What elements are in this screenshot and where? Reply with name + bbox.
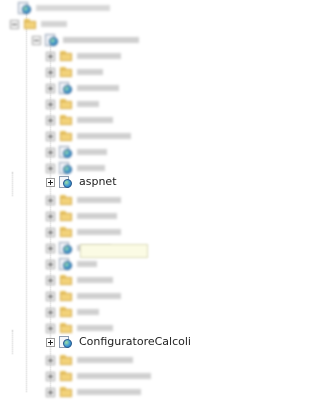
tree-node-label: [77, 149, 107, 155]
tree-node[interactable]: [46, 368, 151, 384]
expand-toggle[interactable]: [46, 291, 55, 301]
tree-node[interactable]: [32, 32, 139, 48]
tree-node-label: [77, 85, 119, 91]
web-app-icon: [59, 81, 73, 95]
tree-node[interactable]: [46, 224, 121, 240]
collapse-toggle[interactable]: [32, 35, 41, 45]
folder-icon: [59, 369, 73, 383]
tree-node-label: [36, 5, 110, 11]
folder-icon: [59, 65, 73, 79]
expand-toggle[interactable]: [46, 83, 55, 93]
tree-node[interactable]: [46, 304, 99, 320]
tree-node-label: [77, 325, 113, 331]
expand-toggle[interactable]: [46, 195, 55, 205]
tree-node[interactable]: [46, 144, 107, 160]
folder-icon: [59, 97, 73, 111]
web-app-icon: [59, 145, 73, 159]
tree-node[interactable]: [46, 208, 117, 224]
tree-node-label: [77, 373, 151, 379]
folder-icon: [59, 193, 73, 207]
web-app-icon: [59, 335, 73, 349]
folder-icon: [59, 353, 73, 367]
server-icon: [18, 1, 32, 15]
tree-guide-line: [26, 12, 28, 392]
expand-toggle[interactable]: [46, 387, 55, 397]
expand-toggle[interactable]: [46, 355, 55, 365]
web-app-icon: [59, 257, 73, 271]
web-app-icon: [59, 161, 73, 175]
tree-node[interactable]: [46, 256, 97, 272]
collapse-toggle[interactable]: [10, 19, 19, 29]
expand-toggle[interactable]: [46, 371, 55, 381]
expand-toggle[interactable]: [46, 307, 55, 317]
expand-toggle[interactable]: [46, 67, 55, 77]
expand-toggle[interactable]: [46, 227, 55, 237]
tree-node-label: [77, 357, 133, 363]
tree-guide-line: [12, 330, 14, 354]
folder-icon: [59, 385, 73, 399]
folder-icon: [59, 321, 73, 335]
expand-toggle[interactable]: [46, 99, 55, 109]
tree-node[interactable]: [46, 48, 121, 64]
folder-icon: [59, 305, 73, 319]
web-app-icon: [59, 175, 73, 189]
web-app-icon: [59, 241, 73, 255]
tree-node-configuratorecalcoli[interactable]: ConfiguratoreCalcoli: [46, 334, 193, 350]
expand-toggle[interactable]: [46, 115, 55, 125]
expand-toggle[interactable]: [46, 147, 55, 157]
tree-node[interactable]: [46, 384, 141, 400]
tree-node-label: [77, 197, 121, 203]
tree-node-label: [77, 261, 97, 267]
iis-tree-view[interactable]: aspnet ConfiguratoreCalcoli: [0, 0, 249, 397]
tree-node[interactable]: [46, 352, 133, 368]
tree-node[interactable]: [46, 96, 99, 112]
tree-node-label: [77, 277, 113, 283]
expand-toggle[interactable]: [46, 259, 55, 269]
expand-toggle[interactable]: [46, 131, 55, 141]
folder-icon: [59, 129, 73, 143]
tree-node-label: [77, 213, 117, 219]
tree-node[interactable]: [46, 272, 113, 288]
expand-toggle[interactable]: [46, 323, 55, 333]
folder-icon: [23, 17, 37, 31]
tree-node-label: [77, 117, 113, 123]
folder-icon: [59, 113, 73, 127]
folder-icon: [59, 273, 73, 287]
tree-node-label: [77, 229, 121, 235]
tree-node[interactable]: [46, 80, 119, 96]
folder-icon: [59, 289, 73, 303]
expand-toggle[interactable]: [46, 275, 55, 285]
tree-node[interactable]: [46, 192, 121, 208]
tree-guide-line: [12, 172, 14, 196]
tree-node-aspnet[interactable]: aspnet: [46, 174, 119, 190]
tree-node-label: [63, 37, 139, 43]
tree-node-label: aspnet: [79, 175, 117, 188]
tree-node-label: [77, 309, 99, 315]
tree-node[interactable]: [18, 0, 110, 16]
website-icon: [45, 33, 59, 47]
tree-node-label: ConfiguratoreCalcoli: [79, 335, 191, 348]
tree-node-label: [77, 53, 121, 59]
folder-icon: [59, 209, 73, 223]
tree-node-label: [77, 165, 105, 171]
tree-node[interactable]: [46, 112, 113, 128]
folder-icon: [59, 225, 73, 239]
tree-node-label: [41, 21, 67, 27]
expand-toggle[interactable]: [46, 163, 55, 173]
expand-toggle[interactable]: [46, 177, 55, 187]
expand-toggle[interactable]: [46, 211, 55, 221]
tree-node-label: [77, 133, 131, 139]
tree-node-label: [77, 69, 103, 75]
folder-icon: [59, 49, 73, 63]
expand-toggle[interactable]: [46, 337, 55, 347]
tree-node-label: [77, 293, 121, 299]
expand-toggle[interactable]: [46, 243, 55, 253]
tree-node-label: [77, 101, 99, 107]
tree-node-label: [77, 389, 141, 395]
tree-node[interactable]: [10, 16, 67, 32]
tree-node[interactable]: [46, 64, 103, 80]
tree-node[interactable]: [46, 288, 121, 304]
expand-toggle[interactable]: [46, 51, 55, 61]
tree-node[interactable]: [46, 128, 131, 144]
